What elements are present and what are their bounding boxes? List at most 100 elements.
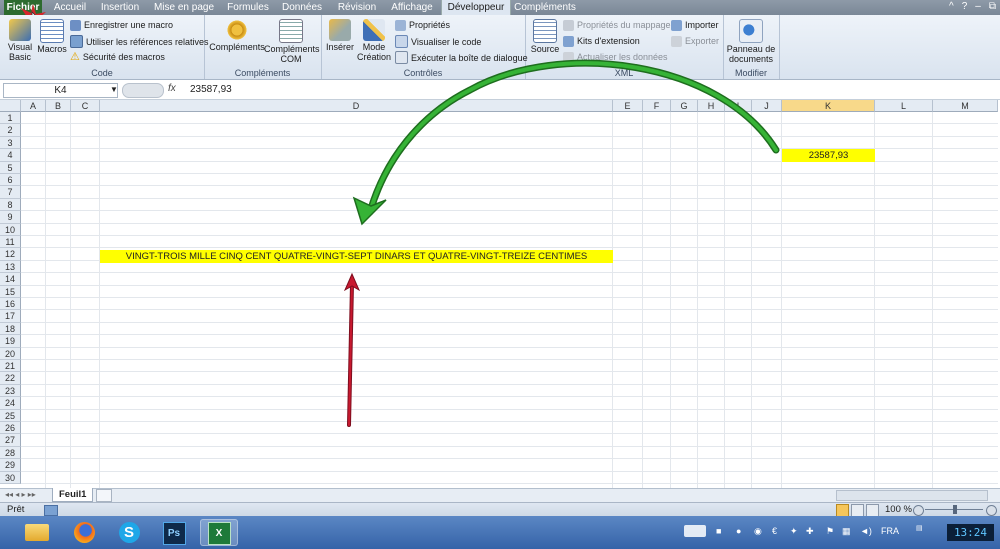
column-header[interactable]: I <box>725 100 752 112</box>
row-header[interactable]: 5 <box>0 161 21 174</box>
com-complements-button[interactable]: Compléments COM <box>264 17 320 64</box>
row-header[interactable]: 25 <box>0 409 21 422</box>
row-header[interactable]: 6 <box>0 174 21 187</box>
refresh-data-button[interactable]: Actualiser les données <box>563 51 668 63</box>
xml-source-button[interactable]: Source <box>529 17 561 54</box>
column-header[interactable]: L <box>875 100 933 112</box>
select-all-corner[interactable] <box>0 100 21 112</box>
zoom-slider-thumb[interactable] <box>953 505 957 514</box>
macro-security-button[interactable]: ⚠ Sécurité des macros <box>70 51 165 63</box>
row-header[interactable]: 22 <box>0 372 21 385</box>
zoom-in-icon[interactable] <box>986 505 997 516</box>
macro-record-icon[interactable] <box>44 505 58 516</box>
row-header[interactable]: 24 <box>0 397 21 410</box>
help-icon[interactable]: ? <box>962 1 968 14</box>
file-explorer-icon[interactable] <box>18 519 56 546</box>
column-header[interactable]: H <box>698 100 725 112</box>
input-language[interactable]: FRA <box>881 526 899 536</box>
column-header[interactable]: M <box>933 100 998 112</box>
action-center-flag-icon[interactable]: ⚑ <box>826 526 834 537</box>
visual-basic-button[interactable]: Visual Basic <box>4 17 36 62</box>
row-header[interactable]: 16 <box>0 298 21 311</box>
zoom-level[interactable]: 100 % <box>885 503 912 517</box>
firefox-icon[interactable] <box>65 519 103 546</box>
tab-donnees[interactable]: Données <box>278 0 326 15</box>
document-panel-button[interactable]: Panneau de documents <box>725 17 777 64</box>
horizontal-scrollbar[interactable] <box>836 490 988 501</box>
tab-affichage[interactable]: Affichage <box>388 0 436 15</box>
export-button[interactable]: Exporter <box>671 35 719 47</box>
name-box[interactable]: K4 <box>3 83 118 98</box>
photoshop-icon[interactable]: Ps <box>155 519 193 546</box>
excel-taskbar-icon[interactable]: X <box>200 519 238 546</box>
column-header[interactable]: G <box>671 100 698 112</box>
new-sheet-icon[interactable] <box>96 489 112 502</box>
column-header[interactable]: E <box>613 100 643 112</box>
collapse-ribbon-icon[interactable]: ^ <box>949 1 954 14</box>
row-header[interactable]: 1 <box>0 112 21 125</box>
cell-d12[interactable]: VINGT-TROIS MILLE CINQ CENT QUATRE-VINGT… <box>100 250 613 263</box>
row-header[interactable]: 11 <box>0 236 21 249</box>
formula-input[interactable]: 23587,93 <box>190 83 232 96</box>
insert-control-button[interactable]: Insérer <box>325 17 355 52</box>
insert-function-icon[interactable]: fx <box>168 83 176 94</box>
relative-references-button[interactable]: Utiliser les références relatives <box>70 35 209 48</box>
column-header-selected[interactable]: K <box>782 100 875 112</box>
complements-button[interactable]: Compléments <box>208 17 266 52</box>
row-header[interactable]: 20 <box>0 347 21 360</box>
sheet-tab-feuil1[interactable]: Feuil1 <box>52 488 94 502</box>
network-icon[interactable]: ▦ <box>842 526 851 537</box>
macros-button[interactable]: Macros <box>37 17 67 54</box>
row-header[interactable]: 26 <box>0 422 21 435</box>
minimize-icon[interactable]: – <box>975 1 981 14</box>
map-properties-button[interactable]: Propriétés du mappage <box>563 19 671 31</box>
column-header[interactable]: J <box>752 100 782 112</box>
tray-currency-icon[interactable]: € <box>772 526 777 536</box>
worksheet-grid[interactable]: A B C D E F G H I J K L M 1 2 3 4 5 6 7 8 9 10 11 1… <box>0 100 998 488</box>
row-header[interactable]: 8 <box>0 198 21 212</box>
tab-revision[interactable]: Révision <box>333 0 381 15</box>
volume-icon[interactable]: ◄) <box>860 526 872 536</box>
row-header[interactable]: 12 <box>0 248 21 261</box>
row-header[interactable]: 27 <box>0 434 21 447</box>
column-header[interactable]: F <box>643 100 671 112</box>
tab-developpeur[interactable]: Développeur <box>441 0 511 15</box>
taskbar-clock[interactable]: 13:24 <box>947 524 994 541</box>
row-header[interactable]: 4 <box>0 149 21 162</box>
column-header[interactable]: C <box>71 100 100 112</box>
record-macro-button[interactable]: Enregistrer une macro <box>70 19 173 31</box>
column-header[interactable]: B <box>46 100 71 112</box>
row-header[interactable]: 29 <box>0 459 21 472</box>
row-header[interactable]: 3 <box>0 136 21 150</box>
tab-mise-en-page[interactable]: Mise en page <box>150 0 218 15</box>
row-header[interactable]: 19 <box>0 335 21 348</box>
tab-complements[interactable]: Compléments <box>514 0 576 15</box>
tray-leaf-icon[interactable]: ✦ <box>790 526 798 537</box>
expansion-packs-button[interactable]: Kits d'extension <box>563 35 640 47</box>
restore-icon[interactable]: ⧉ <box>989 1 996 14</box>
import-button[interactable]: Importer <box>671 19 719 31</box>
row-header[interactable]: 14 <box>0 273 21 286</box>
sheet-nav-arrows-icon[interactable]: ◂◂ ◂ ▸ ▸▸ <box>5 490 36 499</box>
formula-toggle-handle[interactable] <box>122 83 164 98</box>
row-header[interactable]: 28 <box>0 446 21 460</box>
keyboard-icon[interactable] <box>684 525 706 537</box>
row-header[interactable]: 15 <box>0 285 21 298</box>
tray-notes-icon[interactable]: ■ <box>716 526 721 536</box>
tab-formules[interactable]: Formules <box>224 0 272 15</box>
row-header[interactable]: 21 <box>0 360 21 373</box>
zoom-out-icon[interactable] <box>913 505 924 516</box>
run-dialog-button[interactable]: Exécuter la boîte de dialogue <box>395 51 528 64</box>
row-header[interactable]: 30 <box>0 471 21 484</box>
tab-accueil[interactable]: Accueil <box>48 0 92 15</box>
design-mode-button[interactable]: Mode Création <box>357 17 391 62</box>
cell-k4[interactable]: 23587,93 <box>782 149 875 162</box>
row-header[interactable]: 23 <box>0 384 21 398</box>
tray-network-icon[interactable]: ✚ <box>806 526 814 537</box>
row-header[interactable]: 7 <box>0 186 21 199</box>
row-header[interactable]: 18 <box>0 322 21 336</box>
properties-button[interactable]: Propriétés <box>395 19 450 31</box>
tray-app-icon[interactable]: ◉ <box>754 526 762 537</box>
tab-insertion[interactable]: Insertion <box>97 0 143 15</box>
name-box-dropdown-icon[interactable]: ▼ <box>110 85 118 94</box>
